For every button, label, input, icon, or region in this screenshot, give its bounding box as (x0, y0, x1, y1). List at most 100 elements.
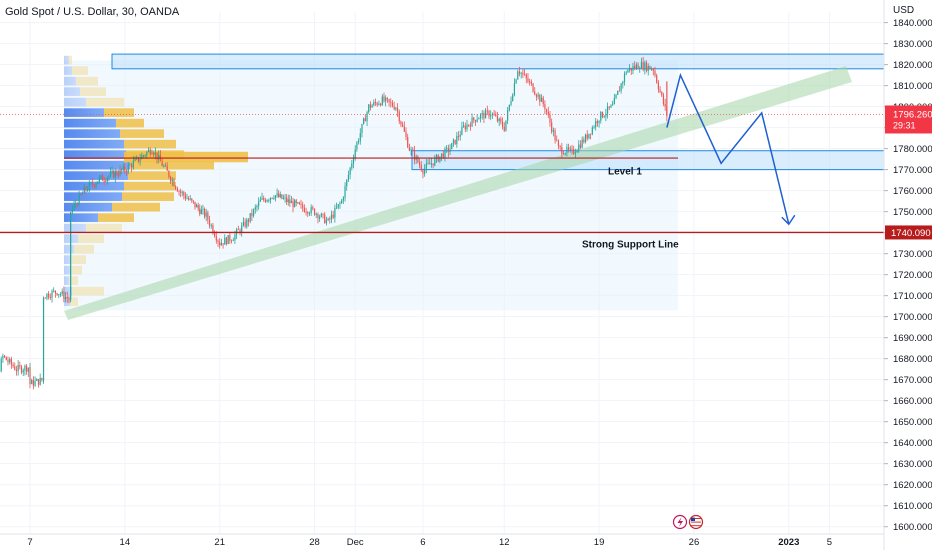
candle-body (560, 146, 561, 147)
candle-body (118, 175, 119, 176)
volume-bar-blue (64, 77, 76, 86)
x-tick-label: 14 (120, 537, 131, 548)
candle-body (527, 78, 528, 82)
level-1-zone[interactable] (412, 151, 884, 170)
candle-body (312, 207, 313, 209)
candle-body (129, 165, 130, 166)
candle-body (615, 95, 616, 98)
candle-body (338, 204, 339, 207)
candle-body (576, 151, 577, 153)
candle-body (284, 198, 285, 199)
candle-body (185, 195, 186, 198)
candle-body (653, 69, 654, 70)
candle-body (361, 124, 362, 133)
level-1-label: Level 1 (608, 167, 642, 178)
resistance-zone[interactable] (112, 54, 884, 69)
candle-body (399, 112, 400, 121)
candle-body (350, 168, 351, 175)
candle-body (322, 214, 323, 215)
candle-body (26, 366, 27, 372)
candle-body (182, 192, 183, 193)
candle-body (82, 193, 83, 194)
candle-body (497, 116, 498, 121)
candle-body (38, 379, 39, 385)
candle-body (348, 175, 349, 180)
candle-body (659, 89, 660, 92)
candle-body (353, 159, 354, 164)
volume-bar-yellow (116, 119, 144, 128)
candle-body (563, 154, 564, 155)
candle-body (113, 171, 114, 178)
candle-body (165, 166, 166, 167)
candle-body (554, 130, 555, 140)
candle-body (256, 206, 257, 207)
candle-body (431, 163, 432, 164)
candle-body (87, 190, 88, 191)
candle-body (643, 62, 644, 70)
candle-body (512, 95, 513, 101)
candle-body (478, 118, 479, 119)
price-chart[interactable]: Strong Support LineLevel 1 1600.0001610.… (0, 0, 932, 550)
candle-body (68, 298, 69, 299)
candle-body (212, 225, 213, 233)
candle-body (477, 119, 478, 121)
candle-body (588, 134, 589, 139)
candle-body (21, 367, 22, 373)
candle-body (397, 108, 398, 112)
us-flag-icon[interactable] (690, 516, 703, 529)
candle-body (580, 145, 581, 148)
candle-body (296, 200, 297, 202)
candle-body (309, 213, 310, 214)
candle-body (214, 233, 215, 236)
volume-bar-yellow (72, 287, 104, 296)
candle-body (656, 75, 657, 82)
candle-body (558, 141, 559, 146)
candle-body (448, 148, 449, 152)
candle-body (575, 152, 576, 153)
candle-body (53, 291, 54, 292)
candle-body (107, 178, 108, 181)
candle-body (73, 204, 74, 208)
candle-body (84, 187, 85, 193)
candle-body (561, 147, 562, 154)
candle-body (58, 294, 59, 295)
candle-body (302, 205, 303, 209)
candle-body (216, 236, 217, 240)
candle-body (273, 198, 274, 199)
candle-body (243, 222, 244, 226)
candle-body (573, 149, 574, 153)
y-tick-label: 1780.000 (893, 144, 932, 155)
volume-bar-blue (64, 108, 104, 117)
candle-body (307, 212, 308, 214)
candle-body (482, 113, 483, 115)
candle-body (36, 379, 37, 381)
x-tick-label: 28 (309, 537, 320, 548)
candle-body (510, 101, 511, 105)
candle-body (238, 229, 239, 230)
candle-body (12, 364, 13, 366)
candle-body (286, 198, 287, 202)
candle-body (288, 199, 289, 202)
candle-body (268, 200, 269, 201)
candle-body (434, 158, 435, 165)
zones (64, 54, 884, 320)
candle-body (276, 193, 277, 195)
support-price-value: 1740.090 (891, 228, 931, 239)
candle-body (571, 149, 572, 150)
x-tick-label: 6 (420, 537, 425, 548)
chart-container[interactable]: Strong Support LineLevel 1 1600.0001610.… (0, 0, 932, 550)
candle-body (631, 68, 632, 71)
candle-body (344, 186, 345, 197)
volume-bar-yellow (78, 234, 104, 243)
candle-body (661, 92, 662, 95)
candle-body (265, 200, 266, 202)
candle-body (46, 294, 47, 299)
candle-body (341, 201, 342, 204)
volume-bar-blue (64, 129, 120, 138)
lightning-icon[interactable] (674, 516, 687, 529)
candle-body (587, 135, 588, 139)
candle-body (419, 162, 420, 165)
candle-body (248, 220, 249, 222)
candle-body (278, 193, 279, 197)
candle-body (578, 145, 579, 151)
